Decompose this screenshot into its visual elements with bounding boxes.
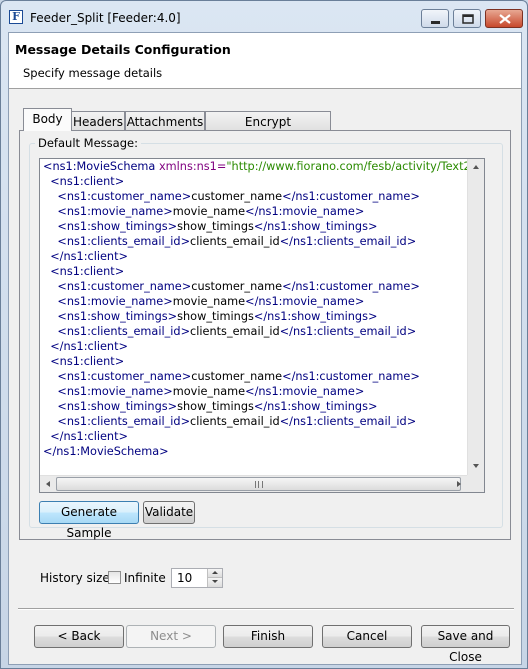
finish-button[interactable]: Finish — [223, 625, 313, 648]
xml-line[interactable]: <ns1:customer_name>customer_name</ns1:cu… — [40, 279, 467, 294]
scroll-corner — [467, 475, 484, 492]
xml-line[interactable]: <ns1:client> — [40, 354, 467, 369]
tab-body[interactable]: Body — [23, 108, 72, 131]
history-size-label: History size: — [40, 571, 114, 585]
spin-up-icon — [212, 571, 218, 574]
xml-line[interactable]: <ns1:clients_email_id>clients_email_id</… — [40, 324, 467, 339]
default-message-label: Default Message: — [35, 136, 141, 150]
grip-icon — [255, 481, 263, 488]
history-size-spinner[interactable]: 10 — [171, 568, 223, 588]
footer-separator — [18, 608, 514, 610]
scroll-right-arrow-icon[interactable] — [457, 481, 461, 487]
dialog-window: F Feeder_Split [Feeder:4.0] Message Deta… — [0, 0, 528, 669]
validate-button[interactable]: Validate — [143, 501, 195, 524]
close-button[interactable] — [485, 9, 523, 28]
window-title: Feeder_Split [Feeder:4.0] — [30, 11, 181, 25]
dialog-client-area: Message Details Configuration Specify me… — [8, 32, 522, 665]
fiorano-app-icon: F — [9, 10, 23, 24]
spin-down-icon — [212, 580, 218, 583]
xml-line[interactable]: <ns1:client> — [40, 264, 467, 279]
xml-line[interactable]: <ns1:customer_name>customer_name</ns1:cu… — [40, 189, 467, 204]
spinner-up-button[interactable] — [207, 569, 222, 578]
cancel-button[interactable]: Cancel — [322, 625, 412, 648]
xml-line[interactable]: <ns1:customer_name>customer_name</ns1:cu… — [40, 369, 467, 384]
scroll-left-arrow-icon[interactable] — [46, 481, 50, 487]
tab-headers[interactable]: Headers — [71, 111, 125, 131]
xml-line[interactable]: <ns1:movie_name>movie_name</ns1:movie_na… — [40, 294, 467, 309]
xml-line[interactable]: <ns1:clients_email_id>clients_email_id</… — [40, 234, 467, 249]
horizontal-scrollbar[interactable] — [40, 475, 467, 492]
back-button[interactable]: < Back — [34, 625, 124, 648]
maximize-icon — [462, 14, 474, 24]
page-subtitle: Specify message details — [23, 66, 163, 80]
minimize-button[interactable] — [421, 9, 449, 28]
spinner-down-button[interactable] — [207, 578, 222, 587]
body-tab-panel: Default Message: <ns1:MovieSchema xmlns:… — [19, 130, 511, 540]
xml-line[interactable]: <ns1:movie_name>movie_name</ns1:movie_na… — [40, 384, 467, 399]
infinite-label[interactable]: Infinite — [124, 571, 166, 585]
xml-line[interactable]: <ns1:show_timings>show_timings</ns1:show… — [40, 219, 467, 234]
maximize-button[interactable] — [453, 9, 481, 28]
xml-line[interactable]: </ns1:client> — [40, 339, 467, 354]
close-icon — [499, 14, 511, 24]
xml-line[interactable]: </ns1:client> — [40, 429, 467, 444]
infinite-checkbox[interactable] — [108, 571, 121, 584]
tab-attachments[interactable]: Attachments — [125, 111, 205, 131]
horizontal-scroll-thumb[interactable] — [56, 477, 461, 491]
xml-code-area[interactable]: <ns1:MovieSchema xmlns:ns1="http://www.f… — [40, 159, 467, 475]
minimize-icon — [431, 21, 440, 24]
xml-line[interactable]: <ns1:client> — [40, 174, 467, 189]
next-button[interactable]: Next > — [126, 625, 216, 648]
xml-line[interactable]: </ns1:client> — [40, 249, 467, 264]
xml-line[interactable]: <ns1:movie_name>movie_name</ns1:movie_na… — [40, 204, 467, 219]
scroll-down-arrow-icon[interactable] — [473, 464, 479, 468]
tab-encrypt-configuration[interactable]: Encrypt Configuration — [205, 111, 331, 143]
xml-line[interactable]: </ns1:MovieSchema> — [40, 444, 467, 459]
xml-line[interactable]: <ns1:show_timings>show_timings</ns1:show… — [40, 309, 467, 324]
generate-sample-button[interactable]: Generate Sample — [39, 501, 139, 540]
xml-line[interactable]: <ns1:show_timings>show_timings</ns1:show… — [40, 399, 467, 414]
xml-line[interactable]: <ns1:MovieSchema xmlns:ns1="http://www.f… — [40, 159, 467, 174]
xml-line[interactable]: <ns1:clients_email_id>clients_email_id</… — [40, 414, 467, 429]
wizard-header: Message Details Configuration Specify me… — [9, 33, 521, 89]
save-and-close-button[interactable]: Save and Close — [421, 625, 510, 664]
history-size-value[interactable]: 10 — [177, 571, 192, 585]
page-title: Message Details Configuration — [15, 42, 231, 57]
vertical-scrollbar[interactable] — [467, 159, 484, 475]
title-bar[interactable]: F Feeder_Split [Feeder:4.0] — [1, 1, 527, 31]
default-message-editor[interactable]: <ns1:MovieSchema xmlns:ns1="http://www.f… — [39, 158, 485, 493]
scroll-up-arrow-icon[interactable] — [473, 165, 479, 169]
